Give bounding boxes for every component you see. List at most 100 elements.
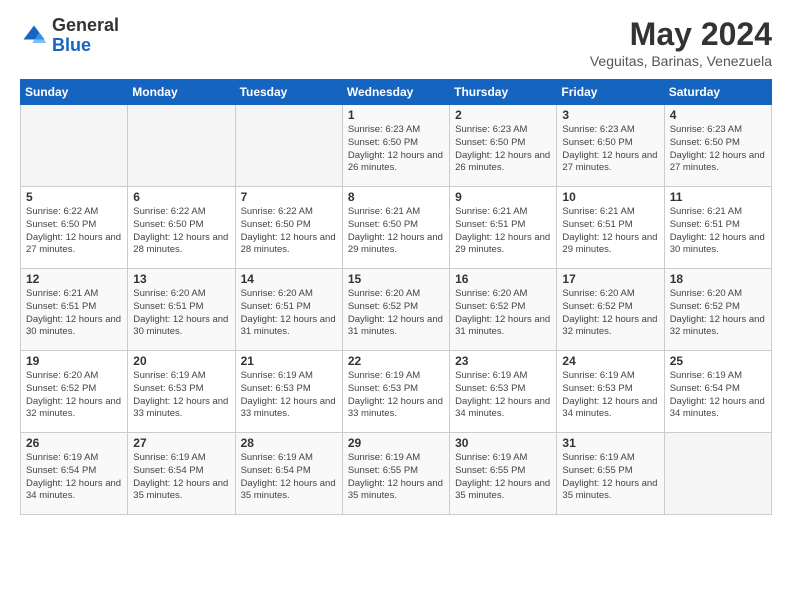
title-block: May 2024 Veguitas, Barinas, Venezuela [590,16,772,69]
calendar-cell: 8 Sunrise: 6:21 AM Sunset: 6:50 PM Daylig… [342,187,449,269]
calendar-cell: 10Sunrise: 6:21 AM Sunset: 6:51 PM Dayli… [557,187,664,269]
day-number: 28 [241,436,337,450]
calendar-cell: 18 Sunrise: 6:20 AM Sunset: 6:52 PM Dayli… [664,269,771,351]
day-number: 6 [133,190,229,204]
logo-icon [20,22,48,50]
calendar-cell: 30 Sunrise: 6:19 AM Sunset: 6:55 PM Dayli… [450,433,557,515]
logo-blue-text: Blue [52,36,119,56]
calendar-cell: 24 Sunrise: 6:19 AM Sunset: 6:53 PM Dayli… [557,351,664,433]
day-number: 23 [455,354,551,368]
day-info: Sunrise: 6:23 AM Sunset: 6:50 PM Dayligh… [670,124,766,175]
logo-general-text: General [52,16,119,36]
day-info: Sunrise: 6:20 AM Sunset: 6:52 PM Dayligh… [455,288,551,339]
day-number: 2 [455,108,551,122]
day-number: 12 [26,272,122,286]
calendar-day-header: Friday [557,80,664,105]
day-number: 16 [455,272,551,286]
calendar-cell: 25 Sunrise: 6:19 AM Sunset: 6:54 PM Dayli… [664,351,771,433]
day-number: 17 [562,272,658,286]
calendar-cell: 31 Sunrise: 6:19 AM Sunset: 6:55 PM Dayli… [557,433,664,515]
day-number: 10 [562,190,658,204]
calendar-cell: 7Sunrise: 6:22 AM Sunset: 6:50 PM Daylig… [235,187,342,269]
day-number: 7 [241,190,337,204]
day-info: Sunrise: 6:19 AM Sunset: 6:53 PM Dayligh… [133,370,229,421]
day-number: 26 [26,436,122,450]
calendar-cell: 5Sunrise: 6:22 AM Sunset: 6:50 PM Daylig… [21,187,128,269]
calendar-cell: 17 Sunrise: 6:20 AM Sunset: 6:52 PM Dayli… [557,269,664,351]
calendar-cell: 11 Sunrise: 6:21 AM Sunset: 6:51 PM Dayli… [664,187,771,269]
day-number: 30 [455,436,551,450]
day-number: 11 [670,190,766,204]
title-month: May 2024 [590,16,772,53]
day-info: Sunrise: 6:20 AM Sunset: 6:51 PM Dayligh… [133,288,229,339]
calendar-week-row: 1Sunrise: 6:23 AM Sunset: 6:50 PM Daylig… [21,105,772,187]
calendar-week-row: 26 Sunrise: 6:19 AM Sunset: 6:54 PM Dayli… [21,433,772,515]
day-number: 22 [348,354,444,368]
day-number: 31 [562,436,658,450]
day-info: Sunrise: 6:19 AM Sunset: 6:55 PM Dayligh… [562,452,658,503]
calendar-cell: 26 Sunrise: 6:19 AM Sunset: 6:54 PM Dayli… [21,433,128,515]
calendar-cell: 22 Sunrise: 6:19 AM Sunset: 6:53 PM Dayli… [342,351,449,433]
day-info: Sunrise: 6:19 AM Sunset: 6:54 PM Dayligh… [133,452,229,503]
day-info: Sunrise: 6:21 AM Sunset: 6:51 PM Dayligh… [26,288,122,339]
day-info: Sunrise: 6:20 AM Sunset: 6:52 PM Dayligh… [562,288,658,339]
day-info: Sunrise: 6:23 AM Sunset: 6:50 PM Dayligh… [562,124,658,175]
calendar-week-row: 12 Sunrise: 6:21 AM Sunset: 6:51 PM Dayli… [21,269,772,351]
calendar-cell: 16 Sunrise: 6:20 AM Sunset: 6:52 PM Dayli… [450,269,557,351]
day-info: Sunrise: 6:21 AM Sunset: 6:51 PM Dayligh… [670,206,766,257]
day-number: 21 [241,354,337,368]
day-info: Sunrise: 6:19 AM Sunset: 6:54 PM Dayligh… [241,452,337,503]
title-location: Veguitas, Barinas, Venezuela [590,53,772,69]
calendar-cell [128,105,235,187]
calendar-day-header: Tuesday [235,80,342,105]
calendar-cell: 4 Sunrise: 6:23 AM Sunset: 6:50 PM Daylig… [664,105,771,187]
day-number: 27 [133,436,229,450]
day-number: 8 [348,190,444,204]
day-info: Sunrise: 6:20 AM Sunset: 6:52 PM Dayligh… [26,370,122,421]
day-info: Sunrise: 6:19 AM Sunset: 6:54 PM Dayligh… [26,452,122,503]
calendar-cell: 19 Sunrise: 6:20 AM Sunset: 6:52 PM Dayli… [21,351,128,433]
day-info: Sunrise: 6:21 AM Sunset: 6:51 PM Dayligh… [455,206,551,257]
day-number: 29 [348,436,444,450]
calendar-cell: 14 Sunrise: 6:20 AM Sunset: 6:51 PM Dayli… [235,269,342,351]
calendar-cell: 9Sunrise: 6:21 AM Sunset: 6:51 PM Daylig… [450,187,557,269]
calendar-week-row: 5Sunrise: 6:22 AM Sunset: 6:50 PM Daylig… [21,187,772,269]
calendar-cell: 20Sunrise: 6:19 AM Sunset: 6:53 PM Dayli… [128,351,235,433]
day-info: Sunrise: 6:19 AM Sunset: 6:54 PM Dayligh… [670,370,766,421]
calendar-cell [21,105,128,187]
calendar-day-header: Thursday [450,80,557,105]
calendar-cell: 13 Sunrise: 6:20 AM Sunset: 6:51 PM Dayli… [128,269,235,351]
day-info: Sunrise: 6:19 AM Sunset: 6:55 PM Dayligh… [348,452,444,503]
calendar-table: SundayMondayTuesdayWednesdayThursdayFrid… [20,79,772,515]
day-info: Sunrise: 6:23 AM Sunset: 6:50 PM Dayligh… [348,124,444,175]
day-info: Sunrise: 6:20 AM Sunset: 6:51 PM Dayligh… [241,288,337,339]
calendar-cell [664,433,771,515]
day-number: 18 [670,272,766,286]
calendar-cell: 15Sunrise: 6:20 AM Sunset: 6:52 PM Dayli… [342,269,449,351]
day-info: Sunrise: 6:23 AM Sunset: 6:50 PM Dayligh… [455,124,551,175]
day-info: Sunrise: 6:19 AM Sunset: 6:53 PM Dayligh… [562,370,658,421]
day-info: Sunrise: 6:20 AM Sunset: 6:52 PM Dayligh… [670,288,766,339]
day-number: 13 [133,272,229,286]
day-info: Sunrise: 6:19 AM Sunset: 6:55 PM Dayligh… [455,452,551,503]
day-number: 25 [670,354,766,368]
day-info: Sunrise: 6:19 AM Sunset: 6:53 PM Dayligh… [348,370,444,421]
day-number: 24 [562,354,658,368]
calendar-header-row: SundayMondayTuesdayWednesdayThursdayFrid… [21,80,772,105]
day-number: 19 [26,354,122,368]
day-info: Sunrise: 6:20 AM Sunset: 6:52 PM Dayligh… [348,288,444,339]
calendar-cell: 27 Sunrise: 6:19 AM Sunset: 6:54 PM Dayli… [128,433,235,515]
day-number: 14 [241,272,337,286]
calendar-cell: 1Sunrise: 6:23 AM Sunset: 6:50 PM Daylig… [342,105,449,187]
day-info: Sunrise: 6:22 AM Sunset: 6:50 PM Dayligh… [133,206,229,257]
calendar-cell: 21Sunrise: 6:19 AM Sunset: 6:53 PM Dayli… [235,351,342,433]
logo: General Blue [20,16,119,56]
day-number: 3 [562,108,658,122]
calendar-cell [235,105,342,187]
calendar-cell: 28 Sunrise: 6:19 AM Sunset: 6:54 PM Dayli… [235,433,342,515]
calendar-cell: 3 Sunrise: 6:23 AM Sunset: 6:50 PM Daylig… [557,105,664,187]
calendar-cell: 23Sunrise: 6:19 AM Sunset: 6:53 PM Dayli… [450,351,557,433]
day-number: 4 [670,108,766,122]
calendar-day-header: Wednesday [342,80,449,105]
day-info: Sunrise: 6:21 AM Sunset: 6:50 PM Dayligh… [348,206,444,257]
